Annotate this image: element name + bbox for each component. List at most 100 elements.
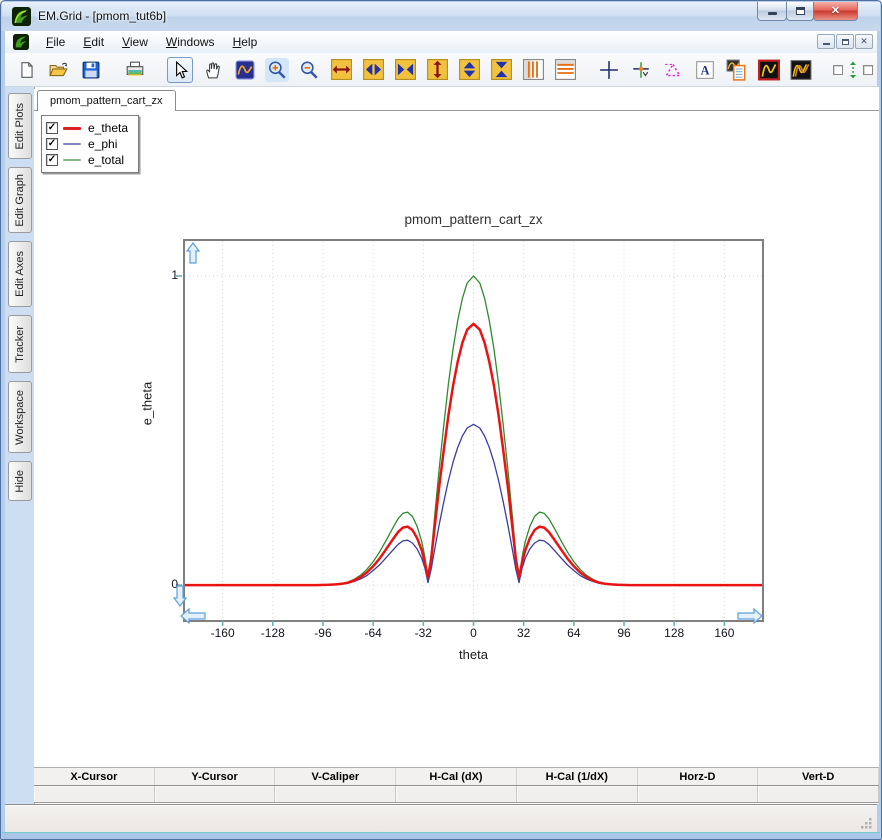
- sidebar-tab-workspace[interactable]: Workspace: [8, 381, 32, 453]
- shrink-vertical-button[interactable]: [489, 58, 513, 82]
- vertical-spacing-icon: [850, 61, 856, 78]
- maximize-button[interactable]: [786, 2, 814, 21]
- readout-value: [517, 786, 638, 802]
- app-icon: [12, 7, 31, 26]
- print-button[interactable]: [123, 58, 147, 82]
- vertical-spacing-control[interactable]: [833, 60, 873, 80]
- menubar: File Edit View Windows Help ✕: [5, 31, 877, 54]
- y-tick-label-0: 0: [171, 577, 178, 592]
- legend-checkbox-e_total[interactable]: ✓: [46, 154, 58, 166]
- y-tick-label-1: 1: [171, 267, 178, 282]
- caliper-button[interactable]: [661, 58, 685, 82]
- svg-text:A: A: [701, 63, 710, 77]
- pan-tool-button[interactable]: [201, 58, 225, 82]
- mdi-close-button[interactable]: ✕: [855, 34, 873, 49]
- tab-pmom-pattern-cart-zx[interactable]: pmom_pattern_cart_zx: [37, 90, 176, 112]
- legend-item-e_theta: ✓ e_theta: [46, 120, 128, 136]
- mdi-restore-icon: [841, 38, 849, 45]
- mdi-minimize-button[interactable]: [817, 34, 835, 49]
- mdi-restore-button[interactable]: [836, 34, 854, 49]
- crosshair-button[interactable]: [597, 58, 621, 82]
- new-file-button[interactable]: [15, 58, 39, 82]
- legend-label: e_theta: [88, 121, 129, 135]
- curve-e_total: [185, 275, 762, 586]
- open-file-button[interactable]: [47, 58, 71, 82]
- legend-swatch: [63, 143, 81, 145]
- menu-edit[interactable]: Edit: [74, 33, 113, 51]
- readout-header-h-cal-dx-: H-Cal (dX): [396, 768, 517, 785]
- plot-area[interactable]: [176, 241, 762, 626]
- single-curve-button[interactable]: [757, 58, 781, 82]
- menu-file[interactable]: File: [37, 33, 74, 51]
- text-annotation-button[interactable]: A: [693, 58, 717, 82]
- zoom-in-button[interactable]: [265, 57, 289, 82]
- window-bottom-border: [2, 832, 880, 839]
- sidebar-tab-label: Edit Graph: [14, 173, 26, 227]
- window-controls: ✕: [757, 2, 858, 21]
- menu-windows[interactable]: Windows: [157, 33, 224, 51]
- resize-grip[interactable]: [860, 817, 873, 830]
- document-icon[interactable]: [13, 34, 29, 50]
- minimize-icon: [767, 11, 777, 15]
- zoom-out-button[interactable]: [297, 58, 321, 82]
- menu-view[interactable]: View: [113, 33, 157, 51]
- tab-strip: pmom_pattern_cart_zx: [34, 89, 879, 112]
- legend-swatch: [63, 159, 81, 161]
- select-tool-button[interactable]: [167, 56, 193, 83]
- readout-header-h-cal-1-dx-: H-Cal (1/dX): [517, 768, 638, 785]
- readout-value: [275, 786, 397, 802]
- x-axis-label: theta: [459, 647, 488, 662]
- sidebar-tab-edit-plots[interactable]: Edit Plots: [8, 93, 32, 159]
- toolbar: A Layout: [5, 53, 877, 87]
- app-window: EM.Grid - [pmom_tut6b] ✕ File Edit View Win…: [0, 0, 882, 840]
- vertical-spacing-checkbox-right[interactable]: [863, 64, 873, 75]
- readout-header-v-caliper: V-Caliper: [275, 768, 397, 785]
- window-title: EM.Grid - [pmom_tut6b]: [38, 9, 167, 23]
- legend-item-e_total: ✓ e_total: [46, 152, 128, 168]
- y-axis-scale-handle[interactable]: [186, 242, 200, 264]
- sidebar-tab-hide[interactable]: Hide: [8, 461, 32, 501]
- menu-help[interactable]: Help: [224, 33, 267, 51]
- plot-frame[interactable]: [176, 239, 764, 626]
- save-button[interactable]: [79, 58, 103, 82]
- legend-swatch: [63, 126, 81, 130]
- expand-vertical-button[interactable]: [425, 58, 449, 82]
- sidebar-tab-label: Edit Axes: [14, 251, 26, 297]
- x-axis-scale-handle[interactable]: [737, 608, 763, 624]
- readout-value: [638, 786, 759, 802]
- mdi-controls: ✕: [817, 34, 873, 49]
- chart-title: pmom_pattern_cart_zx: [404, 212, 543, 227]
- tracker-button[interactable]: [629, 58, 653, 82]
- horizontal-sections-button[interactable]: [553, 58, 577, 82]
- sidebar: Edit Plots Edit Graph Edit Axes Tracker Work…: [5, 87, 34, 804]
- readout-header-horz-d: Horz-D: [638, 768, 759, 785]
- readout-header-vert-d: Vert-D: [758, 768, 880, 785]
- expand-horizontal-button[interactable]: [329, 58, 353, 82]
- close-button[interactable]: ✕: [813, 2, 858, 21]
- stretch-horizontal-button[interactable]: [361, 58, 385, 82]
- y-axis-origin-handle[interactable]: [173, 585, 187, 607]
- legend-checkbox-e_phi[interactable]: ✓: [46, 138, 58, 150]
- stretch-vertical-button[interactable]: [457, 58, 481, 82]
- sidebar-tab-edit-axes[interactable]: Edit Axes: [8, 241, 32, 307]
- cursor-readout-table: X-Cursor Y-Cursor V-Caliper H-Cal (dX) H-Cal…: [34, 767, 880, 803]
- vertical-sections-button[interactable]: [521, 58, 545, 82]
- sidebar-tab-label: Workspace: [14, 389, 26, 445]
- mdi-minimize-icon: [822, 43, 830, 45]
- shrink-horizontal-button[interactable]: [393, 58, 417, 82]
- plot-view-button[interactable]: [233, 58, 257, 82]
- minimize-button[interactable]: [757, 2, 787, 21]
- sidebar-tab-edit-graph[interactable]: Edit Graph: [8, 167, 32, 233]
- readout-value: [34, 786, 155, 802]
- sidebar-tab-tracker[interactable]: Tracker: [8, 315, 32, 373]
- multi-curve-button[interactable]: [789, 58, 813, 82]
- vertical-spacing-checkbox-left[interactable]: [833, 64, 843, 75]
- plot-report-button[interactable]: [725, 58, 749, 82]
- sidebar-tab-label: Hide: [14, 469, 26, 493]
- legend-checkbox-e_theta[interactable]: ✓: [46, 122, 58, 134]
- sidebar-tab-label: Edit Plots: [14, 102, 26, 150]
- readout-value: [758, 786, 880, 802]
- readout-header-x-cursor: X-Cursor: [34, 768, 155, 785]
- plot-canvas: ✓ e_theta ✓ e_phi ✓ e_total pmom_pattern_cart…: [34, 111, 879, 767]
- x-axis-origin-handle[interactable]: [180, 608, 206, 624]
